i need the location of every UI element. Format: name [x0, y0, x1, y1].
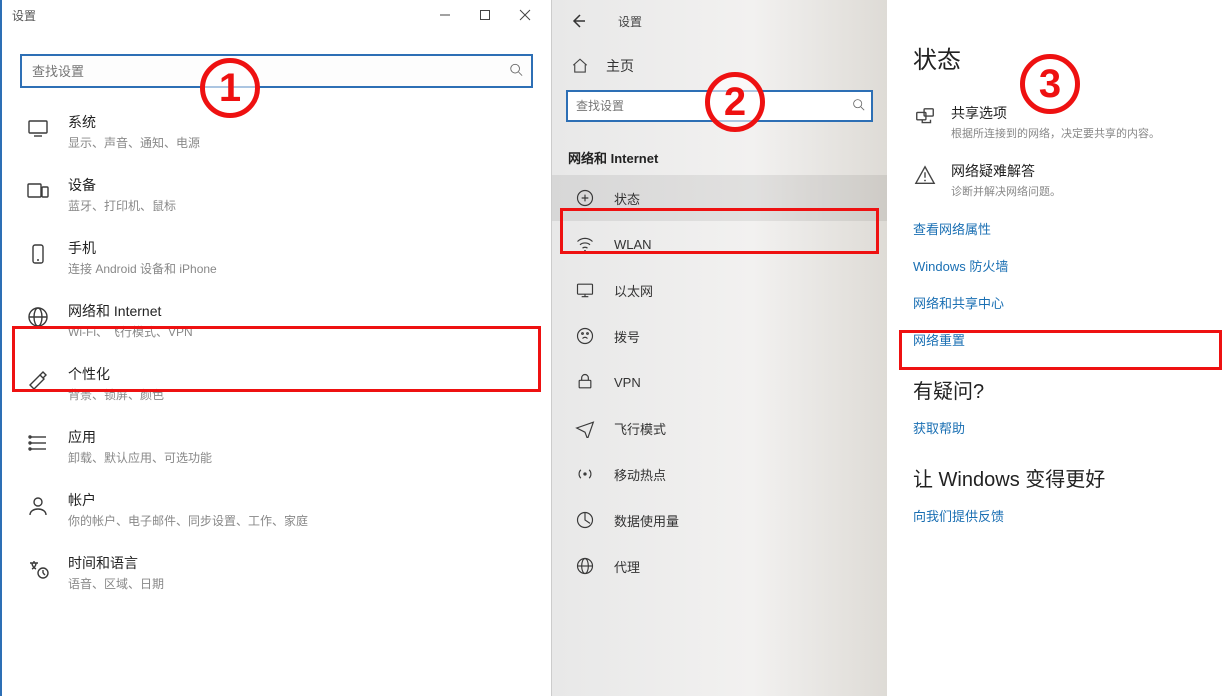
- window-title: 设置: [12, 7, 36, 24]
- link-get-help[interactable]: 获取帮助: [913, 418, 1214, 437]
- share-options-row[interactable]: 共享选项 根据所连接到的网络，决定要共享的内容。: [913, 103, 1214, 141]
- nav-label: 代理: [614, 557, 640, 576]
- search-icon: [509, 63, 523, 80]
- page-title: 状态: [913, 40, 1214, 75]
- share-sub: 根据所连接到的网络，决定要共享的内容。: [951, 125, 1160, 141]
- share-title: 共享选项: [951, 103, 1160, 123]
- category-label: 手机: [68, 238, 533, 258]
- search-input[interactable]: [20, 54, 533, 88]
- link-view-network-properties[interactable]: 查看网络属性: [913, 219, 1214, 238]
- category-sub: 语音、区域、日期: [68, 575, 533, 592]
- category-system[interactable]: 系统 显示、声音、通知、电源: [2, 100, 551, 163]
- home-label: 主页: [606, 56, 634, 76]
- airplane-icon: [574, 417, 596, 439]
- category-network-internet[interactable]: 网络和 Internet Wi-Fi、飞行模式、VPN: [2, 289, 551, 352]
- category-sub: 显示、声音、通知、电源: [68, 134, 533, 151]
- section-header-network: 网络和 Internet: [552, 132, 887, 175]
- apps-icon: [24, 429, 52, 457]
- better-heading: 让 Windows 变得更好: [913, 463, 1214, 492]
- back-button[interactable]: [566, 9, 590, 33]
- category-sub: 连接 Android 设备和 iPhone: [68, 260, 533, 277]
- user-icon: [24, 492, 52, 520]
- close-button[interactable]: [505, 0, 545, 30]
- nav-data-usage[interactable]: 数据使用量: [552, 497, 887, 543]
- status-icon: [574, 187, 596, 209]
- nav-wlan[interactable]: WLAN: [552, 221, 887, 267]
- category-label: 应用: [68, 427, 533, 447]
- search-icon: [852, 98, 865, 114]
- nav-ethernet[interactable]: 以太网: [552, 267, 887, 313]
- warning-icon: [913, 163, 937, 187]
- troubleshoot-row[interactable]: 网络疑难解答 诊断并解决网络问题。: [913, 161, 1214, 199]
- panel-title: 设置: [618, 13, 642, 30]
- category-label: 帐户: [68, 490, 533, 510]
- wifi-icon: [574, 233, 596, 255]
- troubleshoot-title: 网络疑难解答: [951, 161, 1061, 181]
- maximize-button[interactable]: [465, 0, 505, 30]
- question-heading: 有疑问?: [913, 375, 1214, 404]
- category-sub: 卸载、默认应用、可选功能: [68, 449, 533, 466]
- paintbrush-icon: [24, 366, 52, 394]
- home-link[interactable]: 主页: [552, 38, 887, 86]
- category-time-language[interactable]: 时间和语言 语音、区域、日期: [2, 541, 551, 604]
- category-label: 系统: [68, 112, 533, 132]
- link-network-sharing-center[interactable]: 网络和共享中心: [913, 293, 1214, 312]
- system-icon: [24, 114, 52, 142]
- nav-label: 飞行模式: [614, 419, 666, 438]
- category-phone[interactable]: 手机 连接 Android 设备和 iPhone: [2, 226, 551, 289]
- nav-label: 数据使用量: [614, 511, 679, 530]
- home-icon: [570, 56, 590, 76]
- category-label: 设备: [68, 175, 533, 195]
- dialup-icon: [574, 325, 596, 347]
- ethernet-icon: [574, 279, 596, 301]
- hotspot-icon: [574, 463, 596, 485]
- nav-dialup[interactable]: 拨号: [552, 313, 887, 359]
- sidebar-search-input[interactable]: [576, 99, 843, 113]
- settings-sidebar-panel: 设置 主页 网络和 Internet 状态: [552, 0, 887, 696]
- status-detail-panel: 状态 共享选项 根据所连接到的网络，决定要共享的内容。 网络疑难解答 诊断并解决…: [887, 0, 1232, 696]
- phone-icon: [24, 240, 52, 268]
- devices-icon: [24, 177, 52, 205]
- minimize-button[interactable]: [425, 0, 465, 30]
- nav-label: 拨号: [614, 327, 640, 346]
- nav-vpn[interactable]: VPN: [552, 359, 887, 405]
- nav-label: 以太网: [614, 281, 653, 300]
- nav-status[interactable]: 状态: [552, 175, 887, 221]
- nav-label: 状态: [614, 189, 640, 208]
- nav-label: WLAN: [614, 237, 652, 252]
- share-icon: [913, 105, 937, 129]
- category-sub: 背景、锁屏、颜色: [68, 386, 533, 403]
- window-titlebar: 设置: [2, 0, 551, 30]
- nav-label: 移动热点: [614, 465, 666, 484]
- globe-icon: [24, 303, 52, 331]
- category-label: 时间和语言: [68, 553, 533, 573]
- category-accounts[interactable]: 帐户 你的帐户、电子邮件、同步设置、工作、家庭: [2, 478, 551, 541]
- category-sub: Wi-Fi、飞行模式、VPN: [68, 323, 533, 340]
- data-usage-icon: [574, 509, 596, 531]
- proxy-icon: [574, 555, 596, 577]
- troubleshoot-sub: 诊断并解决网络问题。: [951, 183, 1061, 199]
- category-label: 网络和 Internet: [68, 301, 533, 321]
- category-devices[interactable]: 设备 蓝牙、打印机、鼠标: [2, 163, 551, 226]
- nav-proxy[interactable]: 代理: [552, 543, 887, 589]
- category-apps[interactable]: 应用 卸载、默认应用、可选功能: [2, 415, 551, 478]
- link-network-reset[interactable]: 网络重置: [913, 330, 1214, 349]
- time-language-icon: [24, 555, 52, 583]
- vpn-icon: [574, 371, 596, 393]
- category-label: 个性化: [68, 364, 533, 384]
- nav-airplane-mode[interactable]: 飞行模式: [552, 405, 887, 451]
- settings-main-panel: 设置: [2, 0, 552, 696]
- nav-mobile-hotspot[interactable]: 移动热点: [552, 451, 887, 497]
- category-sub: 你的帐户、电子邮件、同步设置、工作、家庭: [68, 512, 533, 529]
- link-give-feedback[interactable]: 向我们提供反馈: [913, 506, 1214, 525]
- category-personalization[interactable]: 个性化 背景、锁屏、颜色: [2, 352, 551, 415]
- link-windows-firewall[interactable]: Windows 防火墙: [913, 256, 1214, 275]
- category-sub: 蓝牙、打印机、鼠标: [68, 197, 533, 214]
- nav-label: VPN: [614, 375, 641, 390]
